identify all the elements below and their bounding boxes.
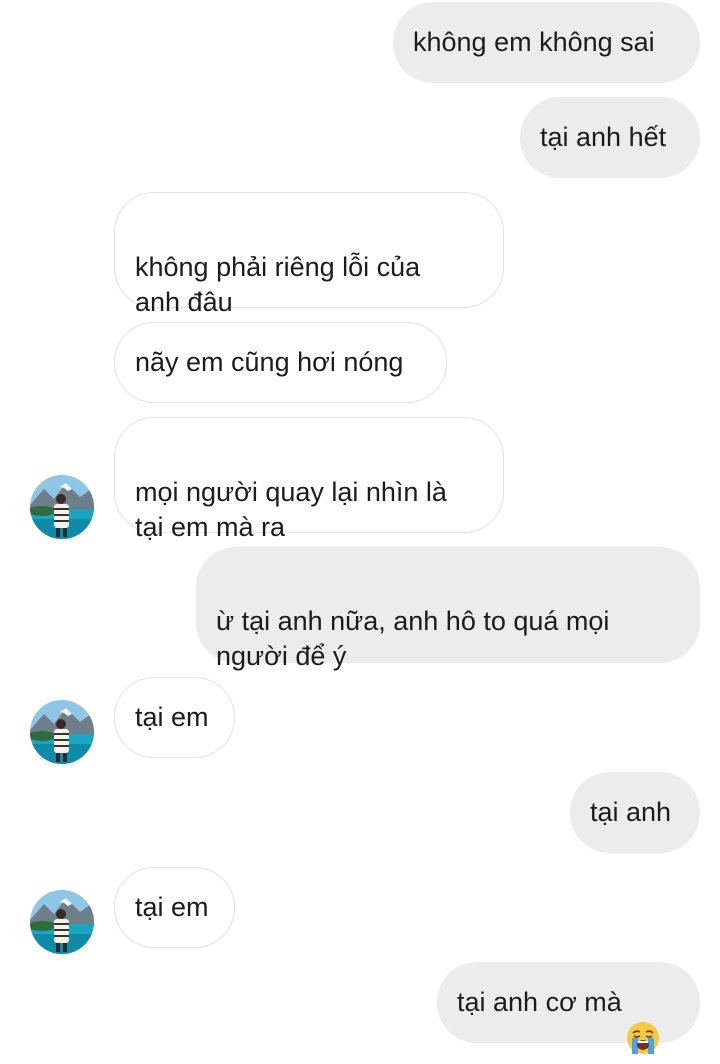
- message-text: không phải riêng lỗi của anh đâu: [135, 252, 421, 317]
- sent-message-bubble[interactable]: không em không sai: [393, 2, 700, 83]
- contact-avatar[interactable]: [30, 475, 94, 539]
- contact-avatar[interactable]: [30, 700, 94, 764]
- received-message-bubble[interactable]: nãy em cũng hơi nóng: [114, 322, 447, 403]
- sent-message-bubble[interactable]: tại anh hết: [520, 97, 700, 178]
- message-thread[interactable]: không em không sai tại anh hết không phả…: [0, 0, 720, 1054]
- message-text: nãy em cũng hơi nóng: [135, 347, 404, 377]
- avatar-photo-icon: [30, 890, 94, 954]
- message-text: tại anh cơ mà: [457, 987, 622, 1017]
- loudly-crying-face-emoji: [626, 986, 660, 1054]
- sent-message-bubble[interactable]: ừ tại anh nữa, anh hô to quá mọi người đ…: [196, 547, 700, 671]
- avatar-photo-icon: [30, 700, 94, 764]
- avatar-photo-icon: [30, 475, 94, 539]
- message-text: ừ tại anh nữa, anh hô to quá mọi người đ…: [216, 606, 610, 671]
- message-text: mọi người quay lại nhìn là tại em mà ra: [135, 477, 447, 542]
- message-text: tại em: [135, 702, 209, 732]
- received-message-bubble[interactable]: không phải riêng lỗi của anh đâu: [114, 192, 504, 317]
- message-text: không em không sai: [413, 27, 655, 57]
- message-text: tại anh hết: [540, 122, 667, 152]
- sent-message-bubble[interactable]: tại anh: [570, 772, 700, 853]
- message-text: tại anh: [590, 797, 672, 827]
- message-text: tại em: [135, 892, 209, 922]
- received-message-bubble[interactable]: mọi người quay lại nhìn là tại em mà ra: [114, 417, 504, 542]
- received-message-bubble[interactable]: tại em: [114, 867, 235, 948]
- received-message-bubble[interactable]: tại em: [114, 677, 235, 758]
- contact-avatar[interactable]: [30, 890, 94, 954]
- sent-message-bubble[interactable]: tại anh cơ mà: [437, 962, 700, 1054]
